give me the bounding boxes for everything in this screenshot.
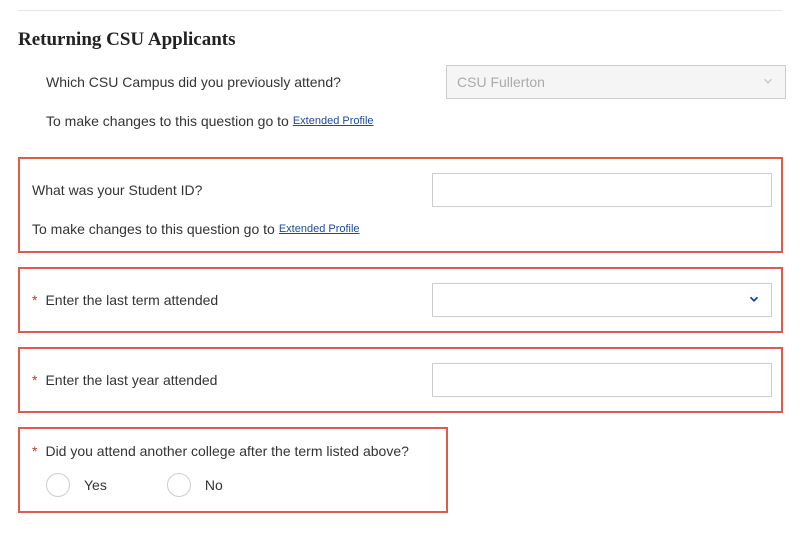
campus-extended-profile-link[interactable]: Extended Profile (293, 115, 374, 127)
last-year-label: Enter the last year attended (45, 372, 217, 388)
student-id-input[interactable] (432, 173, 772, 207)
campus-goto-text: To make changes to this question go to (46, 113, 289, 129)
section-title: Returning CSU Applicants (18, 29, 801, 51)
last-year-group: * Enter the last year attended (18, 347, 783, 413)
student-id-label: What was your Student ID? (32, 182, 202, 198)
student-id-extended-profile-link[interactable]: Extended Profile (279, 223, 360, 235)
last-term-select[interactable] (432, 283, 772, 317)
other-college-yes-label: Yes (84, 477, 107, 493)
chevron-down-icon (761, 74, 775, 91)
required-icon: * (32, 372, 37, 388)
campus-group: Which CSU Campus did you previously atte… (18, 65, 783, 143)
other-college-group: * Did you attend another college after t… (18, 427, 448, 513)
last-term-group: * Enter the last term attended (18, 267, 783, 333)
student-id-goto-text: To make changes to this question go to (32, 221, 275, 237)
campus-value: CSU Fullerton (457, 74, 545, 90)
other-college-no-radio[interactable] (167, 473, 191, 497)
last-term-label: Enter the last term attended (45, 292, 218, 308)
campus-label: Which CSU Campus did you previously atte… (46, 74, 341, 90)
other-college-yes-radio[interactable] (46, 473, 70, 497)
other-college-question: Did you attend another college after the… (45, 443, 408, 459)
required-icon: * (32, 443, 37, 459)
last-year-input[interactable] (432, 363, 772, 397)
required-icon: * (32, 292, 37, 308)
chevron-down-icon (747, 292, 761, 309)
student-id-group: What was your Student ID? To make change… (18, 157, 783, 253)
top-divider (18, 10, 783, 11)
campus-select: CSU Fullerton (446, 65, 786, 99)
other-college-no-label: No (205, 477, 223, 493)
